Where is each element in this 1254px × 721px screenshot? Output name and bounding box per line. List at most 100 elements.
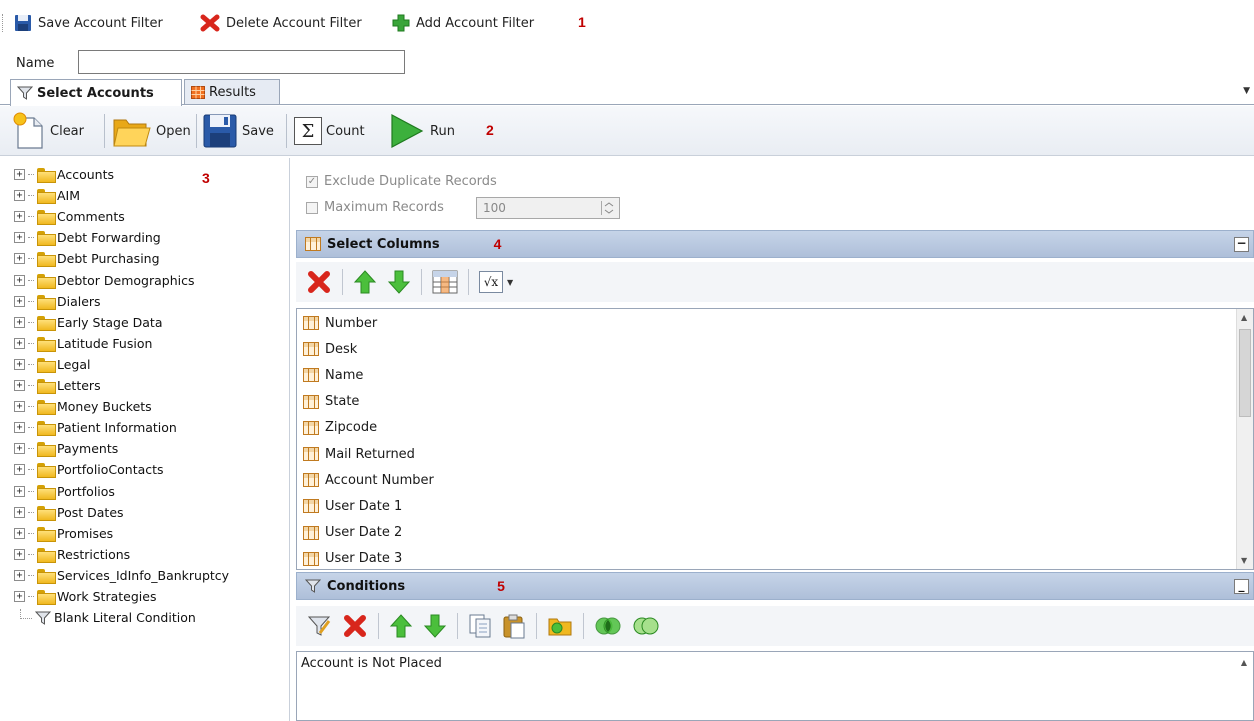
expand-plus-icon[interactable]: + <box>14 190 25 202</box>
column-row[interactable]: User Date 3 <box>303 547 402 569</box>
save-account-filter-label: Save Account Filter <box>38 15 163 31</box>
tree-item[interactable]: + Accounts <box>14 164 114 185</box>
add-account-filter-button[interactable]: Add Account Filter <box>392 13 534 33</box>
save-account-filter-button[interactable]: Save Account Filter <box>14 13 163 33</box>
expand-plus-icon[interactable]: + <box>14 591 25 602</box>
tree-item[interactable]: + Services_IdInfo_Bankruptcy <box>14 565 229 586</box>
expand-plus-icon[interactable]: + <box>14 358 25 370</box>
tree-item[interactable]: + Post Dates <box>14 502 124 523</box>
column-row-label: Account Number <box>325 472 434 488</box>
count-button[interactable]: Σ Count <box>294 112 365 150</box>
run-button[interactable]: Run <box>388 112 455 150</box>
expand-plus-icon[interactable]: + <box>14 169 25 180</box>
formula-button[interactable]: √x ▼ <box>479 271 513 293</box>
tree-item[interactable]: + Debtor Demographics <box>14 270 195 291</box>
tree-item[interactable]: + Promises <box>14 523 113 544</box>
tab-dropdown-arrow-icon[interactable]: ▼ <box>1243 86 1250 96</box>
max-records-input[interactable]: 100 <box>476 197 620 219</box>
expand-plus-icon[interactable]: + <box>14 380 25 391</box>
tree-item[interactable]: + PortfolioContacts <box>14 459 164 480</box>
max-records-spinner[interactable] <box>601 201 615 215</box>
name-input[interactable] <box>78 50 405 74</box>
expand-plus-icon[interactable]: + <box>14 295 25 307</box>
tree-item[interactable]: + Portfolios <box>14 481 115 502</box>
paste-icon[interactable] <box>502 613 526 639</box>
and-group-icon[interactable] <box>594 616 622 636</box>
column-row[interactable]: Number <box>303 311 377 335</box>
expand-plus-icon[interactable]: + <box>14 422 25 434</box>
tree-item[interactable]: + Comments <box>14 206 125 227</box>
tree-item[interactable]: + Payments <box>14 438 118 459</box>
delete-account-filter-button[interactable]: Delete Account Filter <box>200 13 362 33</box>
expand-plus-icon[interactable]: + <box>14 506 25 518</box>
tree-item[interactable]: + Early Stage Data <box>14 312 162 333</box>
copy-icon[interactable] <box>468 613 492 639</box>
max-records-checkbox[interactable] <box>306 201 318 214</box>
column-row[interactable]: Name <box>303 363 363 387</box>
tree-item[interactable]: + Money Buckets <box>14 396 152 417</box>
columns-list[interactable]: ▲ ▼ Number Desk Name State Zipcode Mail Retur… <box>296 308 1254 570</box>
condition-item[interactable]: Account is Not Placed <box>301 656 442 671</box>
expand-plus-icon[interactable]: + <box>14 274 25 286</box>
move-up-arrow-icon[interactable] <box>389 613 413 639</box>
expand-plus-icon[interactable]: + <box>14 527 25 539</box>
delete-x-icon <box>200 14 220 32</box>
tree-item[interactable]: + AIM <box>14 185 80 206</box>
move-down-arrow-icon[interactable] <box>423 613 447 639</box>
expand-plus-icon[interactable]: + <box>14 485 25 497</box>
tree-item[interactable]: + Restrictions <box>14 544 130 565</box>
expand-plus-icon[interactable]: + <box>14 253 25 265</box>
move-up-arrow-icon[interactable] <box>353 269 377 295</box>
expand-plus-icon[interactable]: + <box>14 337 25 349</box>
column-row[interactable]: Zipcode <box>303 416 377 440</box>
tree-item[interactable]: + Patient Information <box>14 417 177 438</box>
tab-results[interactable]: Results <box>184 79 280 105</box>
column-row[interactable]: Desk <box>303 337 357 361</box>
expand-plus-icon[interactable]: + <box>14 232 25 244</box>
conditions-collapse-button[interactable]: _ <box>1234 579 1249 594</box>
scrollbar-thumb[interactable] <box>1239 329 1251 417</box>
tree-leaf-item[interactable]: Blank Literal Condition <box>20 607 196 628</box>
tree-item[interactable]: + Legal <box>14 354 91 375</box>
move-down-arrow-icon[interactable] <box>387 269 411 295</box>
scroll-down-arrow-icon[interactable]: ▼ <box>1241 556 1247 565</box>
expand-plus-icon[interactable]: + <box>14 316 25 328</box>
expand-plus-icon[interactable]: + <box>14 569 25 581</box>
remove-column-icon[interactable] <box>306 269 332 295</box>
column-properties-icon[interactable] <box>432 270 458 294</box>
tree-item[interactable]: + Letters <box>14 375 101 396</box>
column-row[interactable]: Account Number <box>303 468 434 492</box>
open-button[interactable]: Open <box>112 112 191 150</box>
scroll-up-arrow-icon[interactable]: ▲ <box>1241 313 1247 322</box>
expand-plus-icon[interactable]: + <box>14 548 25 560</box>
tree-item[interactable]: + Work Strategies <box>14 586 156 607</box>
expand-plus-icon[interactable]: + <box>14 401 25 413</box>
save-button[interactable]: Save <box>202 112 274 150</box>
chevron-down-icon[interactable]: ▼ <box>507 278 513 287</box>
tree-item[interactable]: + Debt Purchasing <box>14 248 160 269</box>
expand-plus-icon[interactable]: + <box>14 211 25 223</box>
select-columns-collapse-button[interactable]: − <box>1234 237 1249 252</box>
exclude-duplicates-option[interactable]: ✓ Exclude Duplicate Records <box>306 174 497 189</box>
scroll-up-arrow-icon[interactable]: ▲ <box>1241 658 1247 667</box>
or-group-icon[interactable] <box>632 616 660 636</box>
delete-condition-icon[interactable] <box>342 613 368 639</box>
tree-item[interactable]: + Debt Forwarding <box>14 227 161 248</box>
edit-condition-icon[interactable] <box>306 613 332 639</box>
column-row[interactable]: User Date 1 <box>303 494 402 518</box>
tree-item[interactable]: + Latitude Fusion <box>14 333 152 354</box>
expand-plus-icon[interactable]: + <box>14 464 25 476</box>
tree-item-label: Post Dates <box>57 504 124 520</box>
expand-plus-icon[interactable]: + <box>14 443 25 455</box>
tree-item[interactable]: + Dialers <box>14 291 101 312</box>
column-row[interactable]: User Date 2 <box>303 521 402 545</box>
conditions-list[interactable]: Account is Not Placed ▲ <box>296 651 1254 721</box>
tab-select-accounts[interactable]: Select Accounts <box>10 79 182 106</box>
column-row[interactable]: Mail Returned <box>303 442 415 466</box>
columns-scrollbar[interactable]: ▲ ▼ <box>1236 309 1253 569</box>
condition-folder-icon[interactable] <box>547 613 573 639</box>
exclude-duplicates-checkbox[interactable]: ✓ <box>306 175 318 188</box>
max-records-option[interactable]: Maximum Records <box>306 200 444 215</box>
clear-button[interactable]: Clear <box>12 112 84 150</box>
column-row[interactable]: State <box>303 390 359 414</box>
